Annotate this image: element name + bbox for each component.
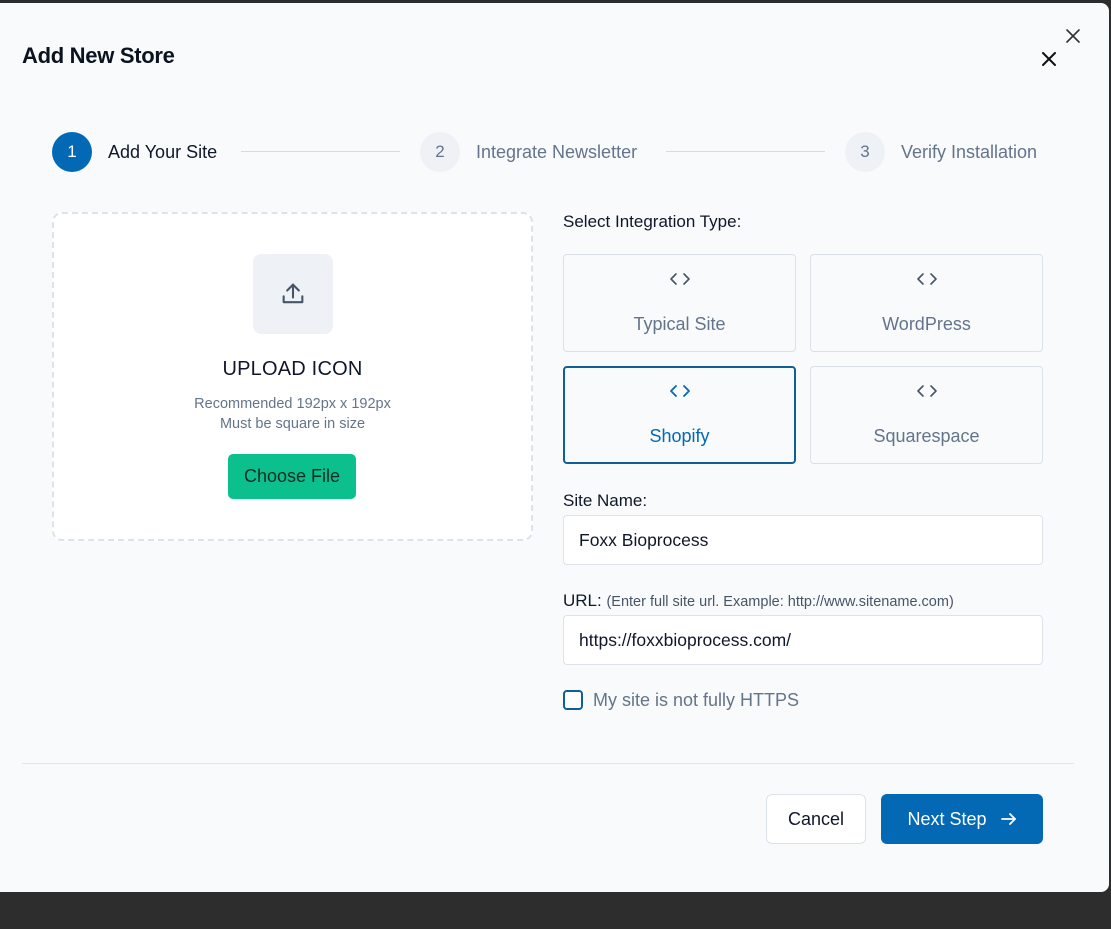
step-1: 1 Add Your Site xyxy=(52,132,217,172)
integration-option-typical-site[interactable]: Typical Site xyxy=(563,254,796,352)
step-connector xyxy=(666,151,825,152)
add-store-modal: Add New Store 1 Add Your Site 2 Integrat… xyxy=(0,3,1109,892)
step-2: 2 Integrate Newsletter xyxy=(420,132,637,172)
code-icon xyxy=(811,271,1042,287)
step-1-label: Add Your Site xyxy=(108,141,218,162)
modal-title: Add New Store xyxy=(22,43,175,68)
arrow-right-icon xyxy=(1000,812,1017,826)
upload-icon[interactable] xyxy=(253,254,333,334)
footer-divider xyxy=(22,763,1074,764)
https-checkbox-label[interactable]: My site is not fully HTTPS xyxy=(593,690,799,711)
upload-title: UPLOAD ICON xyxy=(222,358,363,380)
integration-option-label: Squarespace xyxy=(873,426,980,446)
step-3-label: Verify Installation xyxy=(901,141,1038,162)
url-input[interactable]: https://foxxbioprocess.com/ xyxy=(563,615,1043,665)
url-label: URL: xyxy=(563,591,602,610)
url-hint: (Enter full site url. Example: http://ww… xyxy=(606,594,954,610)
code-icon xyxy=(811,383,1042,399)
code-icon xyxy=(565,383,794,399)
close-icon[interactable] xyxy=(1037,47,1061,71)
step-3-number: 3 xyxy=(845,132,885,172)
integration-option-shopify[interactable]: Shopify xyxy=(563,366,796,464)
url-label-row: URL: (Enter full site url. Example: http… xyxy=(563,591,954,611)
integration-option-wordpress[interactable]: WordPress xyxy=(810,254,1043,352)
https-checkbox[interactable] xyxy=(563,690,583,710)
integration-option-label: Typical Site xyxy=(633,314,726,334)
integration-option-label: WordPress xyxy=(882,314,971,334)
outer-close-icon[interactable] xyxy=(1062,25,1084,47)
next-step-button[interactable]: Next Step xyxy=(881,794,1043,844)
step-2-label: Integrate Newsletter xyxy=(476,141,638,162)
site-name-label: Site Name: xyxy=(563,491,648,510)
integration-type-label: Select Integration Type: xyxy=(563,212,742,231)
step-connector xyxy=(241,151,400,152)
site-name-input[interactable]: Foxx Bioprocess xyxy=(563,515,1043,565)
step-3: 3 Verify Installation xyxy=(845,132,1037,172)
step-1-number: 1 xyxy=(52,132,92,172)
integration-option-label: Shopify xyxy=(649,426,710,446)
code-icon xyxy=(564,271,795,287)
cancel-button[interactable]: Cancel xyxy=(766,794,866,844)
next-step-label: Next Step xyxy=(907,808,987,829)
upload-dropzone[interactable]: UPLOAD ICON Recommended 192px x 192px Mu… xyxy=(52,212,533,541)
choose-file-button[interactable]: Choose File xyxy=(228,454,356,499)
upload-hint-size: Recommended 192px x 192px xyxy=(194,396,391,412)
step-2-number: 2 xyxy=(420,132,460,172)
upload-hint-square: Must be square in size xyxy=(219,416,366,432)
integration-option-squarespace[interactable]: Squarespace xyxy=(810,366,1043,464)
